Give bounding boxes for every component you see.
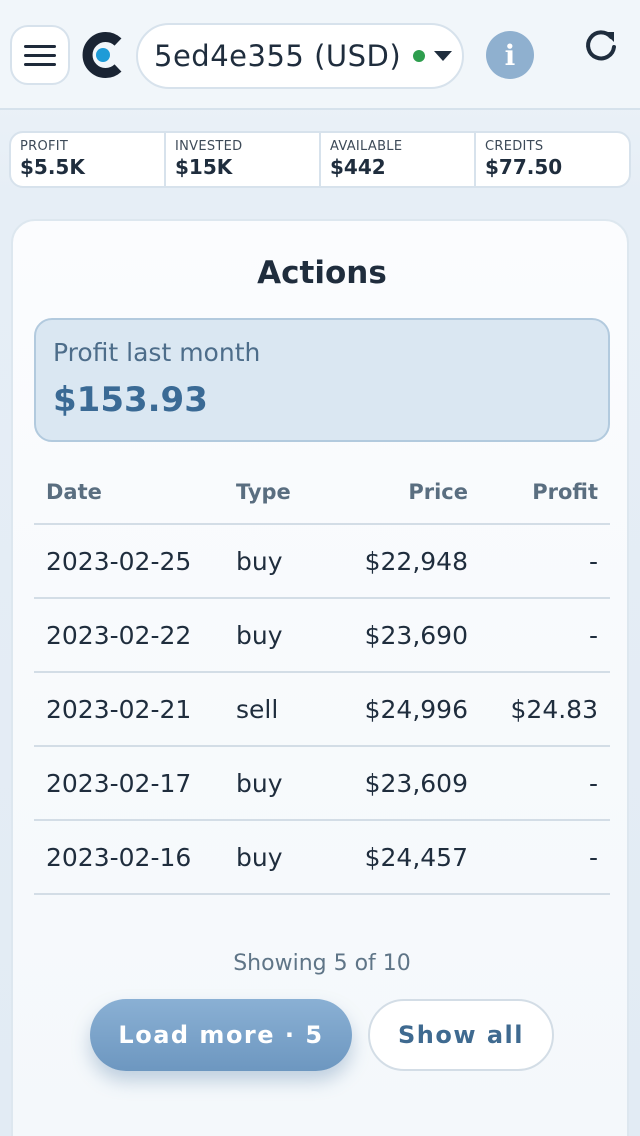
profit-value: $153.93 <box>53 380 208 420</box>
cell-price: $22,948 <box>364 546 468 576</box>
stat-value: $442 <box>330 155 386 179</box>
cell-date: 2023-02-22 <box>46 620 192 650</box>
refresh-icon[interactable] <box>580 26 622 68</box>
cell-type: sell <box>236 694 279 724</box>
actions-table: Date Type Price Profit 2023-02-25 buy $2… <box>34 461 610 895</box>
stat-value: $5.5K <box>20 155 85 179</box>
stat-profit: PROFIT $5.5K <box>11 133 166 186</box>
profit-label: Profit last month <box>53 338 261 367</box>
cell-price: $23,609 <box>364 768 468 798</box>
status-dot-icon <box>413 50 426 62</box>
stat-label: AVAILABLE <box>330 139 403 154</box>
cell-profit: - <box>588 620 598 650</box>
hamburger-icon-line <box>24 62 56 66</box>
actions-card: Actions Profit last month $153.93 Date T… <box>11 219 629 1136</box>
cell-profit: - <box>588 546 598 576</box>
stat-value: $15K <box>175 155 233 179</box>
chevron-down-icon <box>434 51 453 61</box>
cell-type: buy <box>236 546 283 576</box>
cell-date: 2023-02-25 <box>46 546 192 576</box>
cell-profit: - <box>588 768 598 798</box>
cell-date: 2023-02-16 <box>46 842 192 872</box>
profit-summary: Profit last month $153.93 <box>34 318 610 442</box>
table-header: Date Type Price Profit <box>34 461 610 525</box>
column-header-profit: Profit <box>532 480 598 504</box>
stat-invested: INVESTED $15K <box>166 133 321 186</box>
pagination-status: Showing 5 of 10 <box>233 951 411 976</box>
stat-available: AVAILABLE $442 <box>321 133 476 186</box>
stat-label: CREDITS <box>485 139 544 154</box>
table-row: 2023-02-22 buy $23,690 - <box>34 599 610 673</box>
column-header-price: Price <box>408 480 468 504</box>
logo-icon <box>82 32 122 78</box>
cell-price: $24,457 <box>364 842 468 872</box>
account-label: 5ed4e355 (USD) <box>154 39 402 73</box>
cell-type: buy <box>236 620 283 650</box>
menu-button[interactable] <box>10 25 70 85</box>
column-header-type: Type <box>236 480 291 504</box>
cell-profit: $24.83 <box>510 694 598 724</box>
account-select[interactable]: 5ed4e355 (USD) <box>136 23 464 89</box>
stat-label: INVESTED <box>175 139 243 154</box>
table-row: 2023-02-16 buy $24,457 - <box>34 821 610 895</box>
hamburger-icon-line <box>24 53 56 57</box>
cell-date: 2023-02-21 <box>46 694 192 724</box>
cell-date: 2023-02-17 <box>46 768 192 798</box>
cell-type: buy <box>236 768 283 798</box>
app-header: 5ed4e355 (USD) i <box>0 0 640 110</box>
show-all-button[interactable]: Show all <box>368 999 554 1071</box>
stat-credits: CREDITS $77.50 <box>476 133 629 186</box>
stats-bar: PROFIT $5.5K INVESTED $15K AVAILABLE $44… <box>9 131 631 188</box>
column-header-date: Date <box>46 480 102 504</box>
cell-profit: - <box>588 842 598 872</box>
stat-label: PROFIT <box>20 139 69 154</box>
stat-value: $77.50 <box>485 155 563 179</box>
table-row: 2023-02-17 buy $23,609 - <box>34 747 610 821</box>
cell-type: buy <box>236 842 283 872</box>
table-row: 2023-02-25 buy $22,948 - <box>34 525 610 599</box>
hamburger-icon-line <box>24 44 56 48</box>
cell-price: $24,996 <box>364 694 468 724</box>
load-more-button[interactable]: Load more · 5 <box>90 999 352 1071</box>
card-title: Actions <box>257 255 387 291</box>
table-row: 2023-02-21 sell $24,996 $24.83 <box>34 673 610 747</box>
info-button[interactable]: i <box>486 31 534 79</box>
cell-price: $23,690 <box>364 620 468 650</box>
